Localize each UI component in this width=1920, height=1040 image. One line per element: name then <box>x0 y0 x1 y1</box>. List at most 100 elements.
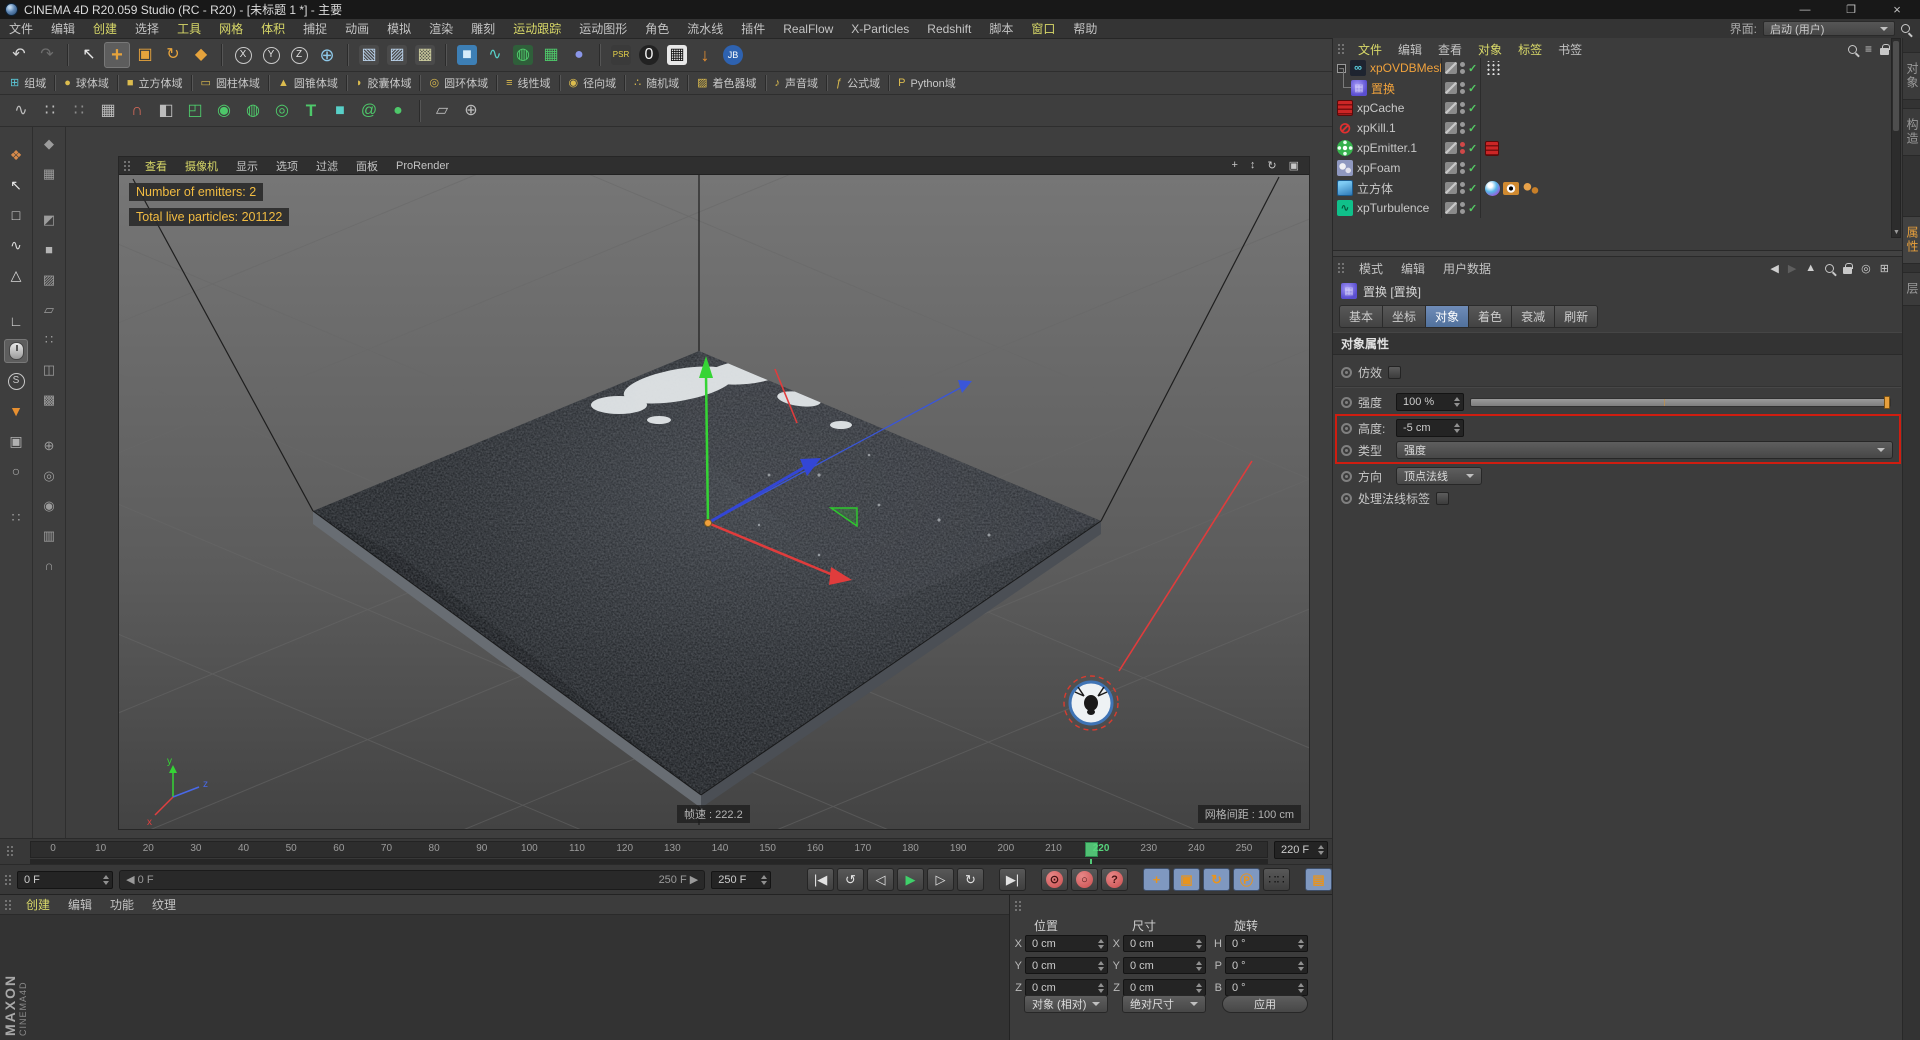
zoom-view-icon[interactable]: ↕ <box>1250 159 1256 172</box>
cube-nurbs-tool[interactable]: ■ <box>327 98 353 124</box>
viewport-menu-display[interactable]: 显示 <box>227 158 267 174</box>
anim-dot-icon[interactable] <box>1341 444 1352 456</box>
visibility-dot-bottom[interactable] <box>1460 69 1465 74</box>
y-位置-input[interactable]: 0 cm <box>1025 957 1108 974</box>
strength-input[interactable]: 100 % <box>1396 393 1464 411</box>
paint-bucket-tool[interactable]: ▼ <box>4 399 28 423</box>
visibility-dot-top[interactable] <box>1460 182 1465 187</box>
viewport-menu-panel[interactable]: 面板 <box>347 158 387 174</box>
menu-window[interactable]: 窗口 <box>1022 20 1064 37</box>
history-back-icon[interactable]: ◀ <box>1770 262 1778 275</box>
spherical-field[interactable]: ● 球体域 <box>56 72 117 94</box>
frame-tick-110[interactable]: 110 <box>569 843 585 854</box>
restore-button[interactable]: ❐ <box>1828 0 1874 19</box>
mouse-mode-button[interactable] <box>4 339 28 363</box>
workplane-tool[interactable]: ▱ <box>429 98 455 124</box>
mm-menu-create[interactable]: 创建 <box>17 896 59 913</box>
jb-plugin-button[interactable]: JB <box>720 42 746 68</box>
section-header[interactable]: 对象属性 <box>1333 332 1903 355</box>
end-frame-spinner[interactable]: 250 F <box>711 870 771 889</box>
object-row-8[interactable]: ∿ xpTurbulence ✓ <box>1333 198 1903 218</box>
frame-tick-200[interactable]: 200 <box>997 843 1014 854</box>
psr-plugin-button[interactable]: PSR <box>608 42 634 68</box>
om-menu-view[interactable]: 查看 <box>1430 41 1470 58</box>
object-label[interactable]: xpFoam <box>1357 161 1400 175</box>
menu-select[interactable]: 选择 <box>126 20 168 37</box>
radial-field[interactable]: ◉ 径向域 <box>561 72 625 94</box>
axis-workplane-tool[interactable]: ⊕ <box>458 98 484 124</box>
mm-menu-edit[interactable]: 编辑 <box>59 896 101 913</box>
object-row-3[interactable]: xpCache ✓ <box>1333 98 1903 118</box>
goto-start-button[interactable]: |◀ <box>807 868 834 891</box>
z-位置-input[interactable]: 0 cm <box>1025 979 1108 996</box>
points-mode-button[interactable]: ∷ <box>37 327 61 351</box>
frame-tick-0[interactable]: 0 <box>50 843 56 854</box>
enable-axis-button[interactable]: ⊕ <box>37 433 61 457</box>
frame-tick-20[interactable]: 20 <box>143 843 154 854</box>
array-tool[interactable]: ▦ <box>95 98 121 124</box>
layer-chip[interactable] <box>1445 202 1457 214</box>
metaball-tool[interactable]: ● <box>385 98 411 124</box>
object-label[interactable]: xpTurbulence <box>1357 201 1429 215</box>
spin-up-icon[interactable] <box>1298 982 1304 987</box>
viewport-canvas[interactable]: y x z Number of emitters: 2 Total live p… <box>119 175 1309 829</box>
tab-对象[interactable]: 对象 <box>1425 305 1469 328</box>
x-尺寸-input[interactable]: 0 cm <box>1123 935 1206 952</box>
panel-grip[interactable] <box>1337 262 1346 274</box>
anim-dot-icon[interactable] <box>1341 366 1352 378</box>
panel-grip[interactable] <box>4 898 13 911</box>
menu-redshift[interactable]: Redshift <box>918 22 980 36</box>
filter-icon[interactable]: ≡ <box>1865 42 1872 56</box>
lock-y-button[interactable]: Y <box>258 42 284 68</box>
anim-dot-icon[interactable] <box>1341 396 1352 408</box>
frame-tick-120[interactable]: 120 <box>616 843 633 854</box>
group-field[interactable]: ⊞ 组域 <box>2 72 54 94</box>
loft-tool[interactable]: ◍ <box>240 98 266 124</box>
x-位置-input[interactable]: 0 cm <box>1025 935 1108 952</box>
texture-tag-icon[interactable] <box>1485 180 1500 196</box>
frame-tick-90[interactable]: 90 <box>476 843 487 854</box>
move-tool[interactable]: + <box>104 42 130 68</box>
layer-chip[interactable] <box>1445 102 1457 114</box>
enabled-check-icon[interactable]: ✓ <box>1468 82 1477 95</box>
content-drum-button[interactable]: ○ <box>4 459 28 483</box>
python-field[interactable]: P Python域 <box>890 72 964 94</box>
menu-render[interactable]: 渲染 <box>420 20 462 37</box>
frame-tick-130[interactable]: 130 <box>664 843 681 854</box>
mirror-tool[interactable]: ◧ <box>153 98 179 124</box>
spin-arrows[interactable] <box>1293 960 1304 971</box>
frame-tick-150[interactable]: 150 <box>759 843 776 854</box>
visibility-dot-top[interactable] <box>1460 142 1465 147</box>
sound-field[interactable]: ♪ 声音域 <box>767 72 827 94</box>
shader-field[interactable]: ▨ 着色器域 <box>689 72 764 94</box>
undo-button[interactable]: ↶ <box>6 42 32 68</box>
enabled-check-icon[interactable]: ✓ <box>1468 182 1477 195</box>
dots-grid-button[interactable]: ∷ <box>4 505 28 529</box>
normal-tag-checkbox[interactable] <box>1436 491 1450 505</box>
sculpt-brush-tool[interactable]: ❖ <box>4 143 28 167</box>
menu-volume[interactable]: 体积 <box>252 20 294 37</box>
gizmo-origin[interactable] <box>704 519 712 527</box>
om-menu-bookmarks[interactable]: 书签 <box>1550 41 1590 58</box>
object-row-1[interactable]: –∞xpOVDBMesher✓ <box>1333 58 1903 78</box>
frame-tick-30[interactable]: 30 <box>190 843 201 854</box>
tab-着色[interactable]: 着色 <box>1468 305 1512 328</box>
anim-dot-icon[interactable] <box>1341 422 1352 434</box>
frame-tick-190[interactable]: 190 <box>950 843 967 854</box>
close-button[interactable]: × <box>1874 0 1920 19</box>
keyframe-selection-button[interactable]: ? <box>1101 868 1128 891</box>
live-selection-tool[interactable]: ↖ <box>76 42 102 68</box>
visibility-dot-bottom[interactable] <box>1460 209 1465 214</box>
om-menu-edit[interactable]: 编辑 <box>1390 41 1430 58</box>
magnet-snap-button[interactable]: ∩ <box>37 553 61 577</box>
spin-up-icon[interactable] <box>1098 938 1104 943</box>
next-frame-button[interactable]: ▷ <box>927 868 954 891</box>
dock-splitter[interactable] <box>1333 250 1903 257</box>
spin-arrows[interactable] <box>1093 982 1104 993</box>
pen-mode[interactable]: ◆ <box>37 131 61 155</box>
spin-arrows[interactable] <box>1093 938 1104 949</box>
h-旋转-input[interactable]: 0 ° <box>1225 935 1308 952</box>
parent-object-icon[interactable]: ▲ <box>1805 262 1816 274</box>
box-field[interactable]: ■ 立方体域 <box>119 72 191 94</box>
viewport-menu-options[interactable]: 选项 <box>267 158 307 174</box>
